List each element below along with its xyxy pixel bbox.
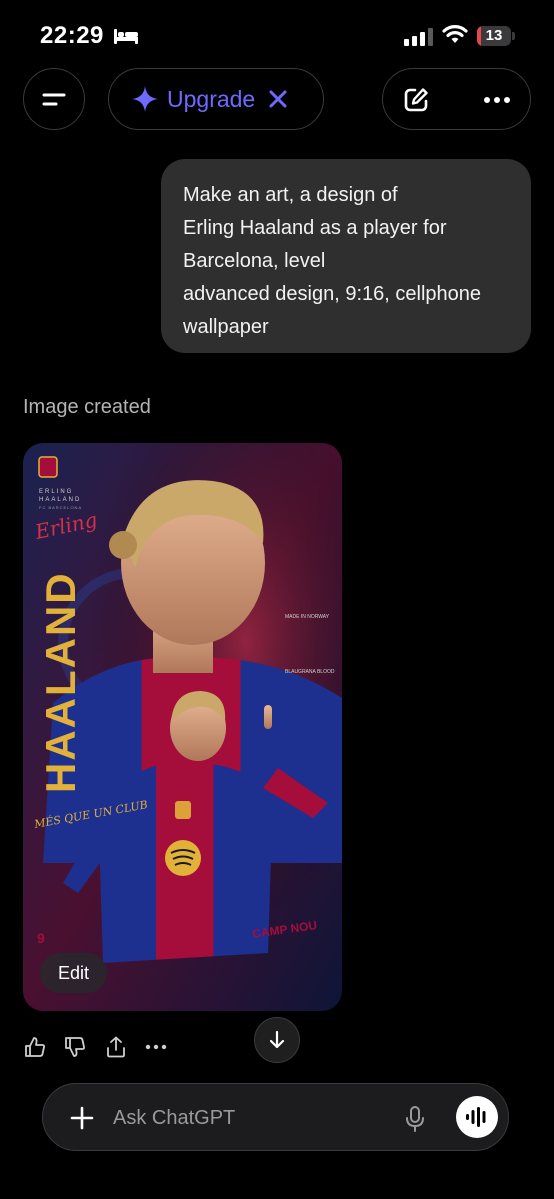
- thumbs-down-icon: [65, 1037, 85, 1057]
- voice-mode-button[interactable]: [456, 1096, 498, 1138]
- share-button[interactable]: [104, 1035, 128, 1059]
- wifi-icon: [442, 25, 468, 43]
- top-caption-text: FC BARCELONA: [39, 505, 82, 510]
- top-name-text: ERLING: [39, 489, 73, 495]
- close-icon[interactable]: [269, 90, 287, 108]
- battery-indicator: 13: [477, 26, 515, 46]
- ask-input[interactable]: [113, 1104, 383, 1132]
- composer: [42, 1083, 509, 1151]
- scroll-to-bottom-button[interactable]: [254, 1017, 300, 1063]
- cellular-signal-icon: [404, 28, 433, 46]
- blaugrana-text: BLAUGRANA BLOOD: [285, 669, 335, 675]
- battery-level: 13: [485, 27, 503, 44]
- upgrade-button[interactable]: Upgrade: [108, 68, 324, 130]
- image-created-label: Image created: [23, 396, 151, 418]
- status-time: 22:29: [40, 22, 104, 49]
- more-dots-icon: [484, 97, 510, 103]
- plus-icon[interactable]: [69, 1105, 95, 1131]
- sparkle-icon: [132, 86, 158, 112]
- share-icon: [107, 1036, 125, 1058]
- number-text: 9: [37, 930, 45, 946]
- edit-image-button[interactable]: Edit: [40, 953, 107, 993]
- header-actions: [382, 68, 531, 130]
- arrow-down-icon: [269, 1030, 285, 1049]
- vertical-name-text: HAALAND: [37, 571, 84, 793]
- user-message-line: advanced design, 9:16, cellphone: [183, 283, 482, 305]
- thumbs-up-button[interactable]: [23, 1035, 47, 1059]
- thumbs-up-icon: [25, 1037, 45, 1057]
- compose-icon: [404, 88, 428, 112]
- generated-artwork: HAALAND Erling ERLING HAALAND FC BARCELO…: [23, 443, 342, 1011]
- voice-waveform-icon: [466, 1107, 486, 1127]
- sidebar-menu-button[interactable]: [23, 68, 85, 130]
- generated-image[interactable]: HAALAND Erling ERLING HAALAND FC BARCELO…: [23, 443, 342, 1011]
- more-dots-icon: [145, 1044, 167, 1050]
- top-surname-text: HAALAND: [39, 497, 81, 503]
- more-options-button[interactable]: [479, 85, 515, 115]
- user-message-bubble: Make an art, a design of Erling Haaland …: [161, 159, 531, 353]
- user-message-line: Make an art, a design of: [183, 184, 398, 206]
- made-in-text: MADE IN NORWAY: [285, 614, 330, 620]
- new-chat-button[interactable]: [401, 85, 431, 115]
- thumbs-down-button[interactable]: [63, 1035, 87, 1059]
- microphone-icon[interactable]: [404, 1105, 426, 1133]
- more-actions-button[interactable]: [144, 1035, 168, 1059]
- sleep-focus-icon: [114, 29, 138, 44]
- user-message-line: wallpaper: [183, 316, 269, 338]
- user-message-line: Barcelona, level: [183, 250, 326, 272]
- user-message-line: Erling Haaland as a player for: [183, 217, 447, 239]
- menu-icon: [42, 93, 66, 106]
- upgrade-label: Upgrade: [167, 85, 256, 112]
